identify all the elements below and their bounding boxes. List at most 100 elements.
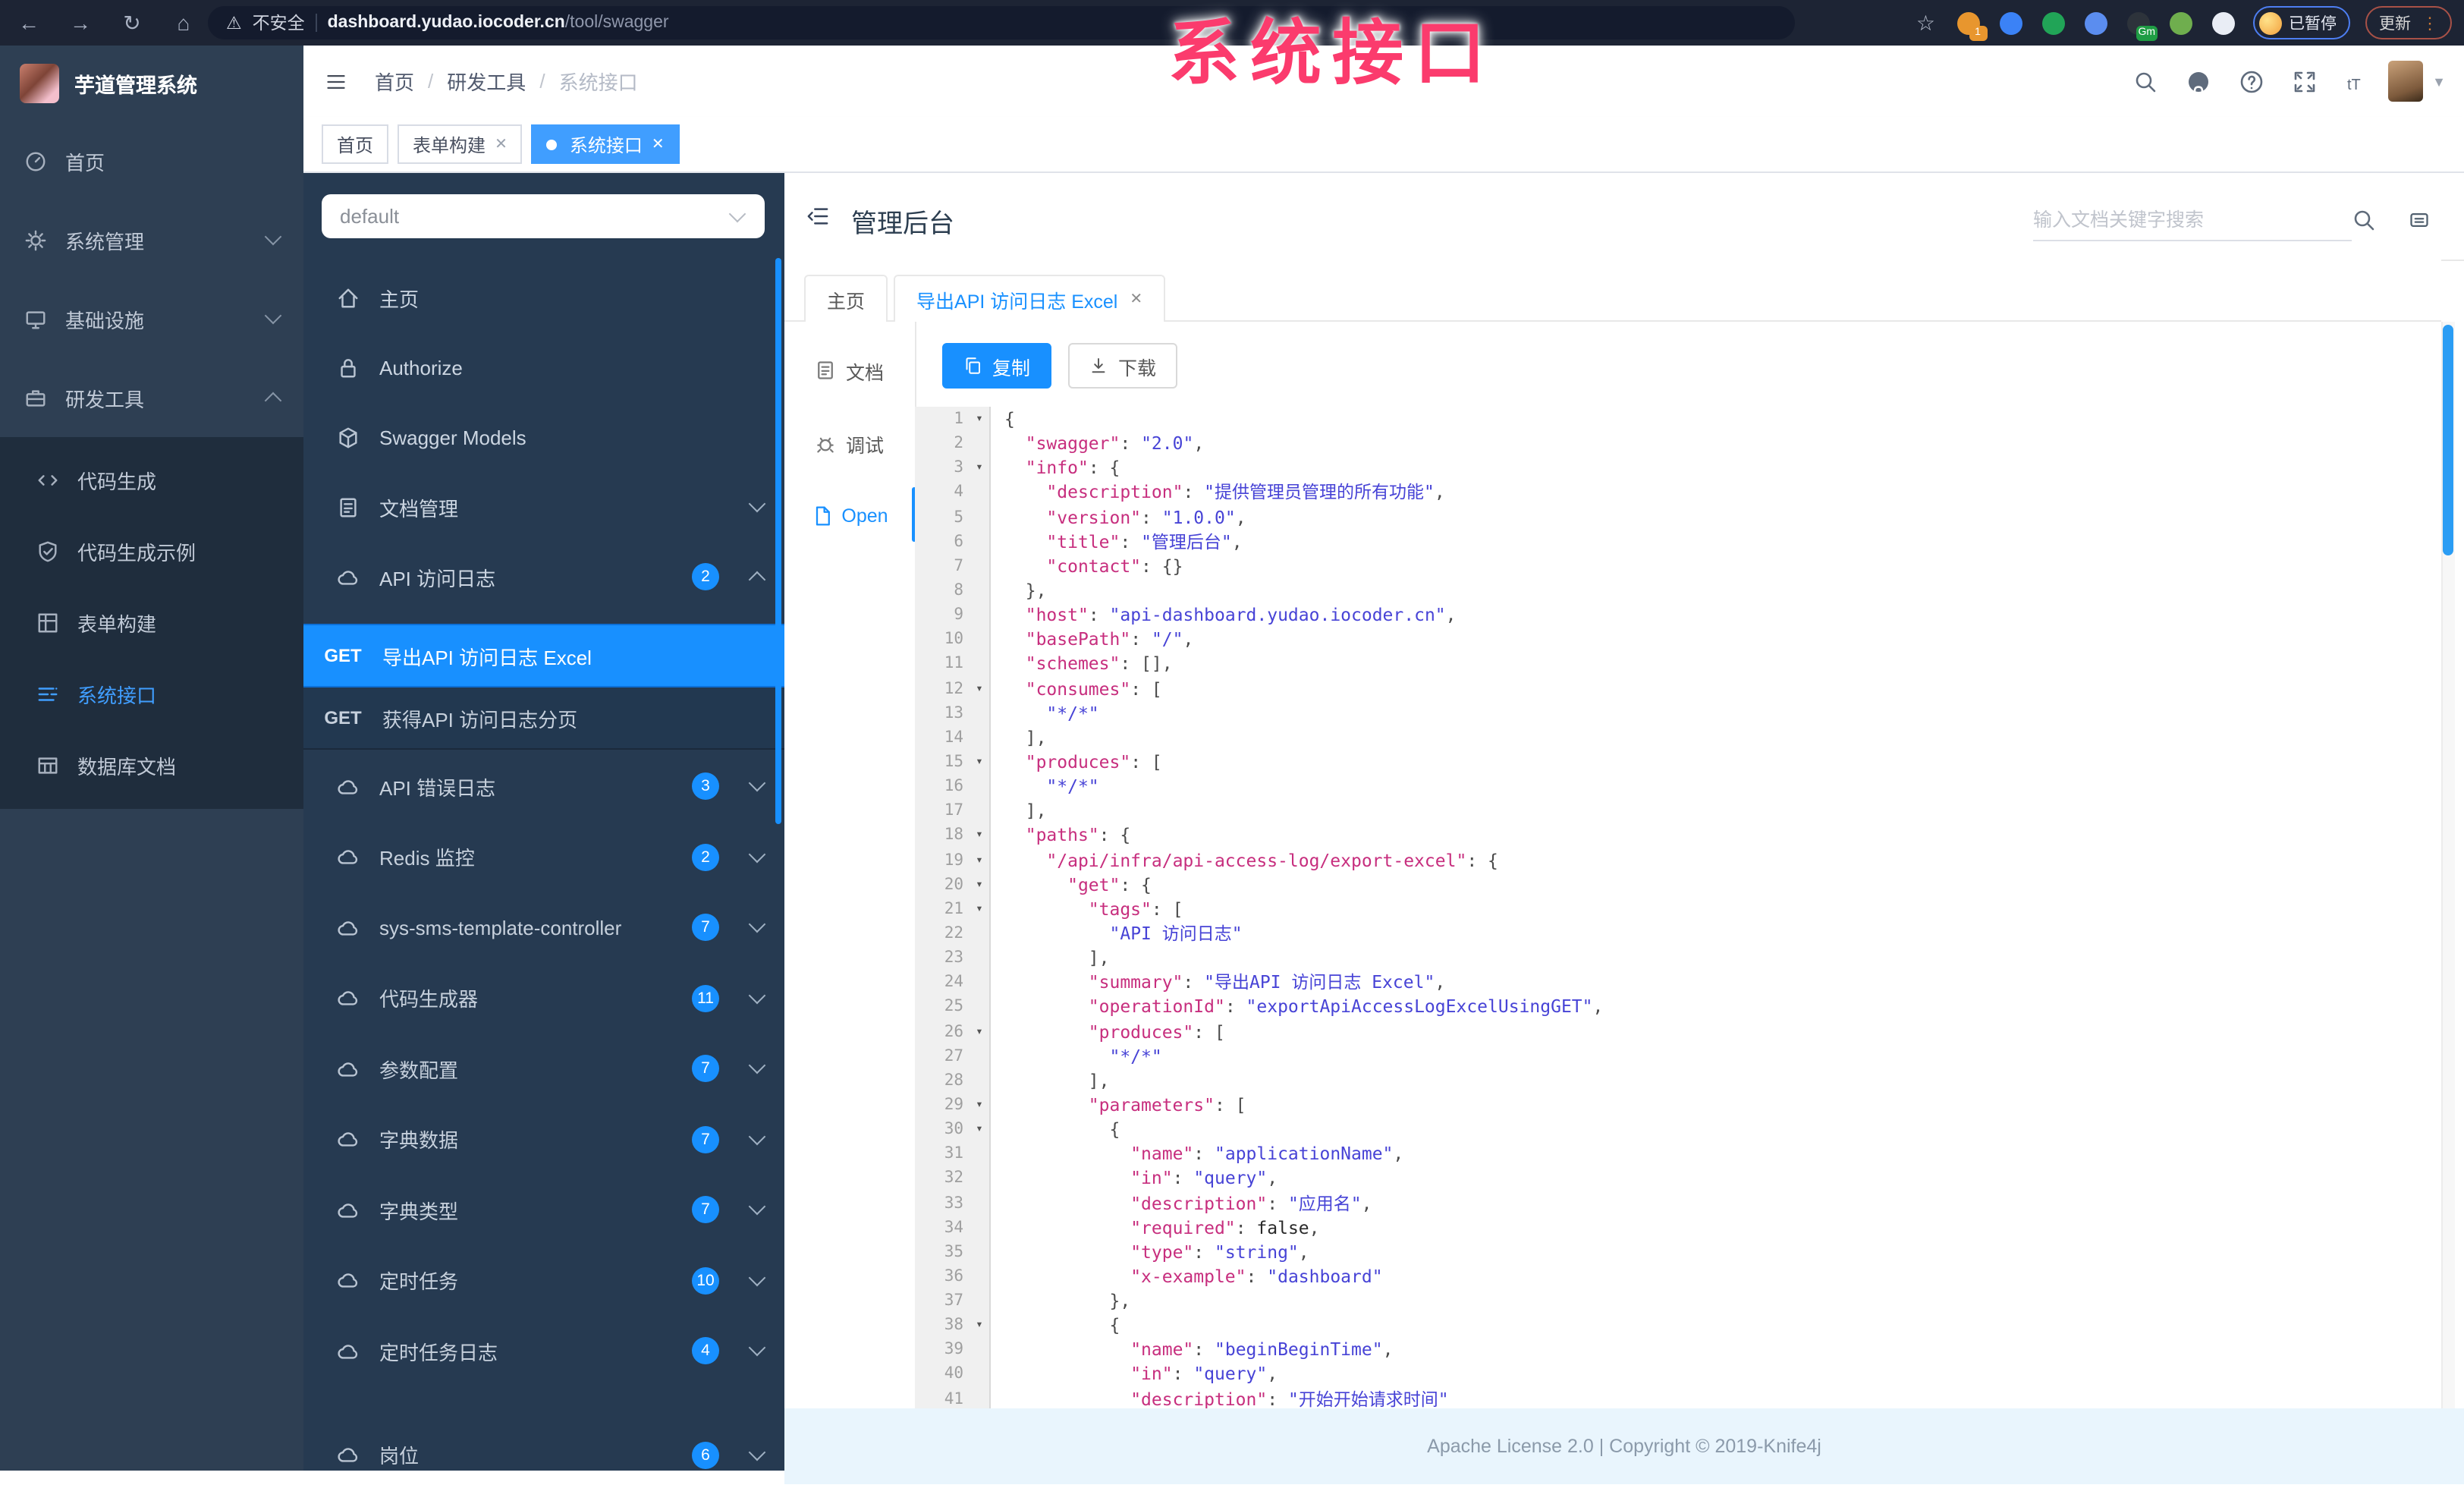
fold-toggle-icon [970, 920, 991, 946]
search-icon[interactable] [2352, 208, 2376, 232]
app-tab[interactable]: 表单构建 ✕ [398, 124, 523, 164]
download-button[interactable]: 下载 [1068, 343, 1178, 389]
github-icon[interactable] [2186, 69, 2211, 93]
doc-tab[interactable]: 主页 [804, 275, 888, 322]
bookmark-extension-icon[interactable]: 1 [1956, 11, 1987, 40]
editor-line: 16 "*/*" [915, 774, 2441, 799]
collapse-panel-icon[interactable] [806, 205, 830, 228]
editor-line: 27 "*/*" [915, 1043, 2441, 1068]
sidebar-item-2[interactable]: 系统管理 [0, 200, 303, 279]
sidebar-subitem[interactable]: 表单构建 [0, 587, 303, 659]
controller-item[interactable]: 定时任务日志 4 [303, 1316, 784, 1386]
puzzle-extension-icon[interactable] [2084, 11, 2107, 34]
code-text: { [991, 1313, 2441, 1337]
panel-scrollbar[interactable] [775, 258, 781, 824]
app-tab[interactable]: 首页 [322, 124, 389, 164]
main-scrollbar-thumb[interactable] [2443, 325, 2453, 555]
fontsize-icon[interactable]: tT [2346, 69, 2370, 93]
panel-nav-item[interactable]: Authorize [303, 332, 784, 402]
update-button[interactable]: 更新 ⋮ [2365, 6, 2452, 39]
app-tab[interactable]: 系统接口 ✕ [531, 124, 680, 164]
flower-extension-icon[interactable] [2211, 11, 2234, 34]
panel-nav-item[interactable]: Swagger Models [303, 402, 784, 472]
editor-line: 14 ], [915, 725, 2441, 750]
fold-toggle-icon[interactable]: ▾ [970, 455, 991, 480]
close-icon[interactable]: ✕ [1130, 291, 1142, 307]
side-tab-Open[interactable]: Open [784, 480, 915, 552]
sidebar-item-3[interactable]: 基础设施 [0, 279, 303, 358]
search-icon[interactable] [2133, 69, 2158, 93]
controller-item[interactable]: API 错误日志 3 [303, 751, 784, 822]
fold-toggle-icon[interactable]: ▾ [970, 896, 991, 921]
drop-extension-icon[interactable] [1999, 11, 2022, 34]
sidebar-subitem[interactable]: 代码生成 [0, 445, 303, 516]
side-tab-调试[interactable]: 调试 [784, 407, 915, 480]
line-number: 21 [915, 896, 970, 921]
question-icon[interactable] [2239, 69, 2264, 93]
fold-toggle-icon[interactable]: ▾ [970, 848, 991, 873]
fold-toggle-icon[interactable]: ▾ [970, 407, 991, 432]
controller-item[interactable]: sys-sms-template-controller 7 [303, 892, 784, 963]
controller-item[interactable]: 字典数据 7 [303, 1104, 784, 1175]
address-bar[interactable]: ⚠ 不安全 dashboard.yudao.iocoder.cn/tool/sw… [208, 6, 1795, 39]
forward-icon[interactable]: → [67, 11, 94, 35]
token: ], [1025, 800, 1047, 822]
fold-toggle-icon[interactable]: ▾ [970, 823, 991, 848]
caret-down-icon[interactable]: ▼ [2432, 74, 2446, 89]
editor-toolbar: 复制 下载 [942, 343, 1178, 389]
leaf-extension-icon[interactable] [2169, 11, 2192, 34]
breadcrumb-item[interactable]: 首页 [375, 67, 414, 96]
controller-item[interactable]: Redis 监控 2 [303, 822, 784, 892]
panel-nav-item[interactable]: 主页 [303, 263, 784, 332]
controller-item[interactable]: 参数配置 7 [303, 1034, 784, 1104]
fold-toggle-icon[interactable]: ▾ [970, 1092, 991, 1118]
copy-button[interactable]: 复制 [942, 343, 1052, 389]
editor-line: 10 "basePath": "/", [915, 627, 2441, 652]
fullscreen-icon[interactable] [2293, 69, 2317, 93]
panel-toggle-icon[interactable] [2408, 209, 2431, 231]
breadcrumb-item[interactable]: 研发工具 [447, 67, 526, 96]
operation-item[interactable]: GET 导出API 访问日志 Excel [303, 624, 784, 687]
doc-tab[interactable]: 导出API 访问日志 Excel ✕ [894, 275, 1166, 322]
user-avatar[interactable] [2388, 61, 2424, 102]
json-editor[interactable]: 1 ▾{2 "swagger": "2.0", 3 ▾ "info": {4 "des… [915, 407, 2441, 1411]
profile-paused-button[interactable]: 已暂停 [2252, 6, 2350, 39]
back-icon[interactable]: ← [15, 11, 42, 35]
controller-item[interactable]: 字典类型 7 [303, 1175, 784, 1245]
lock-icon [337, 356, 360, 379]
group-select[interactable]: default [322, 194, 765, 238]
token: : [ [1151, 898, 1183, 920]
code-text: "description": "开始开始请求时间" [991, 1386, 2441, 1411]
chevron-down-icon [748, 1443, 766, 1461]
sidebar-subitem[interactable]: 代码生成示例 [0, 516, 303, 587]
controller-item[interactable]: 代码生成器 11 [303, 963, 784, 1034]
controller-item[interactable]: 定时任务 10 [303, 1245, 784, 1316]
doc-search-input[interactable]: 输入文档关键字搜索 [2033, 194, 2352, 241]
reload-icon[interactable]: ↻ [118, 10, 146, 36]
svg-text:tT: tT [2347, 76, 2361, 93]
sidebar-subitem[interactable]: 系统接口 [0, 659, 303, 730]
bookmark-star-icon[interactable]: ☆ [1916, 10, 1935, 36]
check-extension-icon[interactable] [2041, 11, 2064, 34]
fold-toggle-icon[interactable]: ▾ [970, 872, 991, 897]
gm-extension-icon[interactable]: Gm [2126, 11, 2157, 40]
close-icon[interactable]: ✕ [652, 136, 665, 153]
fold-toggle-icon[interactable]: ▾ [970, 749, 991, 775]
close-icon[interactable]: ✕ [495, 136, 508, 153]
side-tab-文档[interactable]: 文档 [784, 334, 915, 407]
controller-item[interactable]: 岗位 6 [303, 1420, 784, 1471]
fold-toggle-icon[interactable]: ▾ [970, 1117, 991, 1142]
operation-item[interactable]: GET 获得API 访问日志分页 [303, 687, 784, 750]
fold-toggle-icon[interactable]: ▾ [970, 1313, 991, 1338]
panel-nav-item[interactable]: 文档管理 [303, 472, 784, 542]
browser-menu-icon[interactable]: ⋮ [2422, 13, 2438, 33]
editor-line: 19 ▾ "/api/infra/api-access-log/export-ex… [915, 848, 2441, 873]
sidebar-subitem[interactable]: 数据库文档 [0, 730, 303, 801]
fold-toggle-icon[interactable]: ▾ [970, 1019, 991, 1044]
panel-nav-item[interactable]: API 访问日志 2 [303, 542, 784, 612]
fold-toggle-icon[interactable]: ▾ [970, 676, 991, 701]
browser-home-icon[interactable]: ⌂ [170, 11, 197, 35]
sidebar-item-4[interactable]: 研发工具 [0, 358, 303, 437]
hamburger-icon[interactable] [325, 71, 347, 92]
sidebar-item-1[interactable]: 首页 [0, 121, 303, 200]
